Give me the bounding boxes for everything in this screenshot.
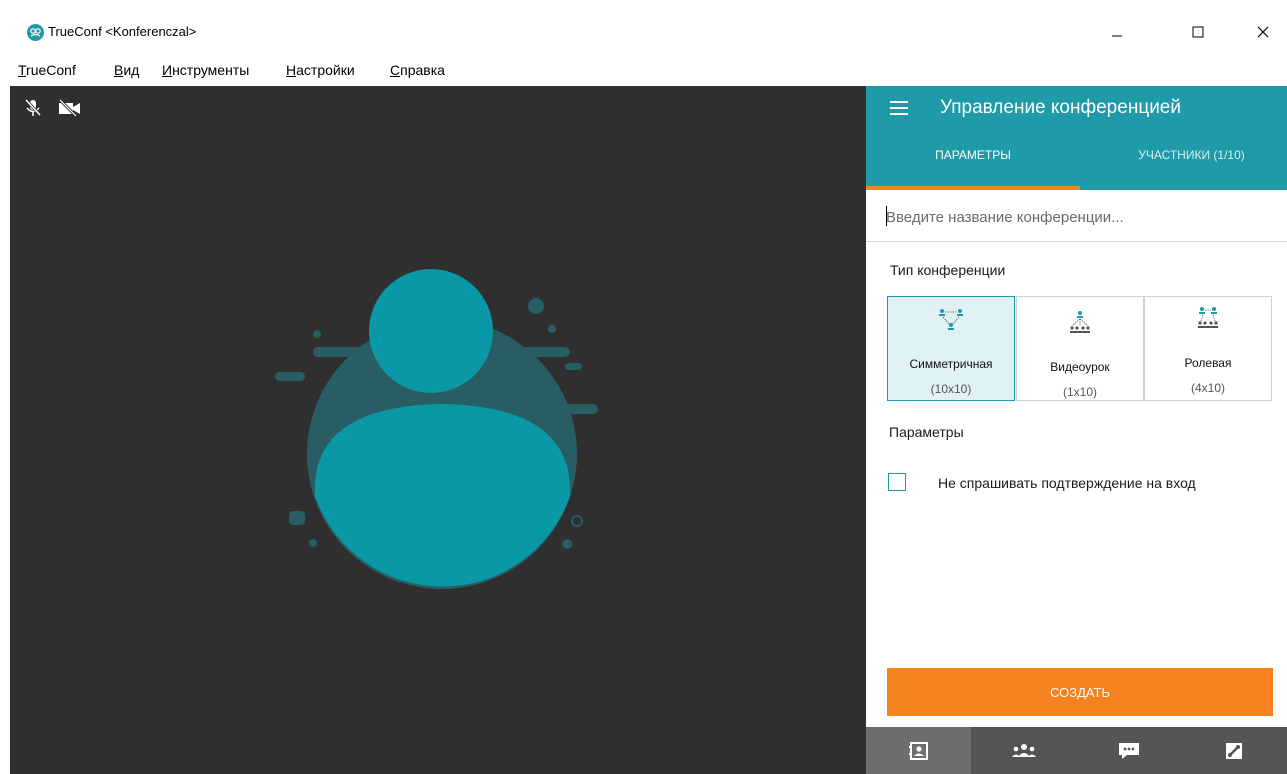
menu-trueconf[interactable]: TrueConf [18,60,76,80]
skip-confirmation-checkbox[interactable] [888,473,906,491]
window-edge [0,60,10,774]
role-conference-icon [1198,307,1218,328]
menu-view[interactable]: Вид [114,60,139,80]
tab-parameters[interactable]: ПАРАМЕТРЫ [866,148,1080,162]
user-avatar-icon [275,269,598,589]
type-option-symmetric[interactable]: Симметричная (10x10) [887,296,1015,401]
menu-help[interactable]: Справка [390,60,445,80]
type-capacity: (10x10) [930,382,972,396]
type-option-role[interactable]: Ролевая (4x10) [1144,296,1272,401]
maximize-icon [1192,26,1204,38]
bottom-navigation [866,727,1287,774]
mic-muted-icon [24,99,42,117]
minimize-icon [1112,35,1122,37]
nav-call[interactable] [1182,727,1287,774]
conference-panel: Управление конференцией ПАРАМЕТРЫ УЧАСТН… [866,86,1287,774]
camera-off-icon [58,99,80,117]
menu-tools[interactable]: Инструменты [162,60,249,80]
menu-bar: TrueConf Вид Инструменты Настройки Справ… [0,60,866,86]
close-icon [1257,26,1269,38]
contacts-icon [908,741,928,760]
lesson-conference-icon [1070,311,1090,333]
create-button[interactable]: СОЗДАТЬ [887,668,1273,716]
video-area[interactable] [10,86,866,774]
nav-contacts[interactable] [866,727,972,774]
phone-icon [1226,742,1243,759]
conference-type-label: Тип конференции [890,262,1006,278]
menu-settings[interactable]: Настройки [286,60,355,80]
group-icon [1011,743,1036,757]
type-capacity: (4x10) [1190,381,1225,395]
hamburger-menu-icon[interactable] [890,101,908,115]
text-caret [886,206,887,226]
title-bar: TrueConf <Konferenczal> [0,0,1287,60]
skip-confirmation-label: Не спрашивать подтверждение на вход [938,475,1196,491]
type-name: Ролевая [1184,356,1232,370]
panel-header: Управление конференцией ПАРАМЕТРЫ УЧАСТН… [866,86,1287,190]
close-button[interactable] [1245,18,1281,46]
symmetric-conference-icon [939,309,963,330]
trueconf-logo-icon [27,24,44,41]
chat-icon [1119,742,1140,759]
nav-group[interactable] [971,727,1076,774]
panel-title: Управление конференцией [940,97,1181,118]
maximize-button[interactable] [1180,18,1216,46]
type-option-lesson[interactable]: Видеоурок (1x10) [1016,296,1144,401]
type-capacity: (1x10) [1062,385,1097,399]
nav-chat[interactable] [1077,727,1182,774]
active-tab-indicator [866,186,1080,190]
tab-participants[interactable]: УЧАСТНИКИ (1/10) [1096,148,1287,162]
conference-name-input[interactable] [886,204,1276,230]
minimize-button[interactable] [1099,18,1135,46]
type-name: Симметричная [909,357,993,371]
type-name: Видеоурок [1050,360,1110,374]
parameters-label: Параметры [889,424,964,440]
input-underline [866,241,1287,242]
window-title: TrueConf <Konferenczal> [48,24,197,39]
